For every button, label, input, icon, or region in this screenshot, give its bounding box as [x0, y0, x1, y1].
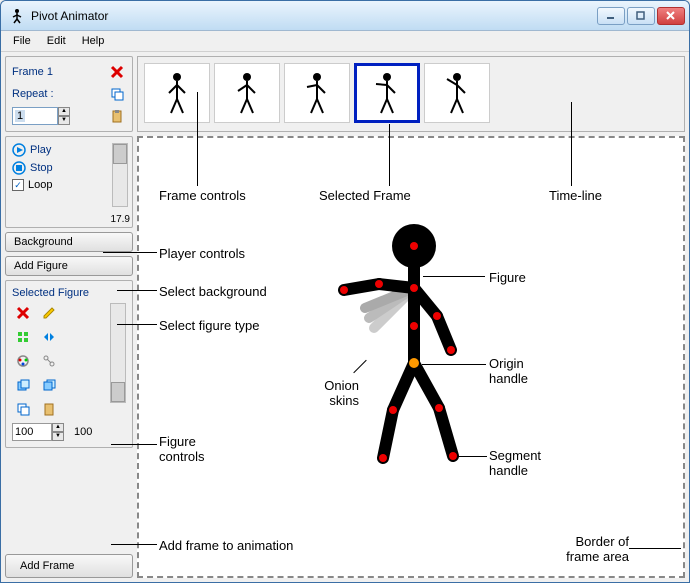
loop-label: Loop	[28, 179, 52, 191]
play-button[interactable]: Play	[30, 144, 51, 156]
edit-figure-icon[interactable]	[38, 303, 60, 323]
lower-figure-icon[interactable]	[38, 375, 60, 395]
background-button[interactable]: Background	[5, 232, 133, 252]
player-panel: Play Stop ✓ Loop 17.9	[5, 136, 133, 228]
color-figure-icon[interactable]	[12, 351, 34, 371]
annotation-segment-handle: Segment handle	[489, 448, 559, 478]
annotation-selected-frame: Selected Frame	[319, 188, 411, 203]
center-figure-icon[interactable]	[12, 327, 34, 347]
figure-panel-title: Selected Figure	[12, 287, 126, 299]
copy-figure-icon[interactable]	[12, 399, 34, 419]
play-icon	[12, 143, 26, 157]
annotation-figure-controls: Figure controls	[159, 434, 219, 464]
annotation-select-background: Select background	[159, 284, 267, 299]
copy-frame-icon[interactable]	[108, 85, 126, 103]
main-figure[interactable]	[329, 218, 499, 478]
scale-input[interactable]: 100	[12, 423, 52, 441]
delete-frame-icon[interactable]	[108, 63, 126, 81]
stop-icon	[12, 161, 26, 175]
stop-button[interactable]: Stop	[30, 162, 53, 174]
timeline-frame[interactable]	[214, 63, 280, 123]
main-area: Frame controls Selected Frame Time-line …	[137, 56, 685, 578]
paste-frame-icon[interactable]	[108, 107, 126, 125]
repeat-spinner[interactable]: ▲▼	[58, 107, 70, 125]
timeline-frame-selected[interactable]	[354, 63, 420, 123]
menubar: File Edit Help	[1, 31, 689, 52]
fps-value: 17.9	[111, 214, 130, 225]
annotation-add-frame: Add frame to animation	[159, 538, 293, 553]
raise-figure-icon[interactable]	[12, 375, 34, 395]
figure-scale-slider[interactable]	[110, 303, 126, 403]
menu-file[interactable]: File	[5, 33, 39, 49]
paste-figure-icon[interactable]	[38, 399, 60, 419]
frame-controls-panel: Frame 1 Repeat : 1 ▲▼	[5, 56, 133, 132]
add-figure-button[interactable]: Add Figure	[5, 256, 133, 276]
loop-checkbox[interactable]: ✓	[12, 179, 24, 191]
close-button[interactable]	[657, 7, 685, 25]
frame-label: Frame 1	[12, 66, 53, 78]
annotation-border: Border of frame area	[539, 534, 629, 564]
annotation-timeline: Time-line	[549, 188, 602, 203]
figure-panel: Selected Figure	[5, 280, 133, 448]
maximize-button[interactable]	[627, 7, 655, 25]
scale-spinner[interactable]: ▲▼	[52, 423, 64, 441]
flip-figure-icon[interactable]	[38, 327, 60, 347]
annotation-frame-controls: Frame controls	[159, 188, 246, 203]
canvas[interactable]: Frame controls Selected Frame Time-line …	[137, 136, 685, 578]
scale-label: 100	[74, 426, 92, 438]
sidebar: Frame 1 Repeat : 1 ▲▼	[5, 56, 133, 578]
titlebar[interactable]: Pivot Animator	[1, 1, 689, 31]
window-title: Pivot Animator	[31, 9, 597, 23]
app-window: Pivot Animator File Edit Help Frame 1	[0, 0, 690, 583]
timeline-frame[interactable]	[424, 63, 490, 123]
minimize-button[interactable]	[597, 7, 625, 25]
menu-edit[interactable]: Edit	[39, 33, 74, 49]
timeline-frame[interactable]	[284, 63, 350, 123]
menu-help[interactable]: Help	[74, 33, 113, 49]
repeat-input[interactable]: 1	[12, 107, 58, 125]
timeline	[137, 56, 685, 132]
join-figure-icon[interactable]	[38, 351, 60, 371]
fps-slider[interactable]	[112, 143, 128, 207]
repeat-label: Repeat :	[12, 88, 54, 100]
app-icon	[9, 8, 25, 24]
annotation-player-controls: Player controls	[159, 246, 245, 261]
annotation-select-figure-type: Select figure type	[159, 318, 259, 333]
delete-figure-icon[interactable]	[12, 303, 34, 323]
add-frame-button[interactable]: Add Frame	[5, 554, 133, 578]
timeline-frame[interactable]	[144, 63, 210, 123]
